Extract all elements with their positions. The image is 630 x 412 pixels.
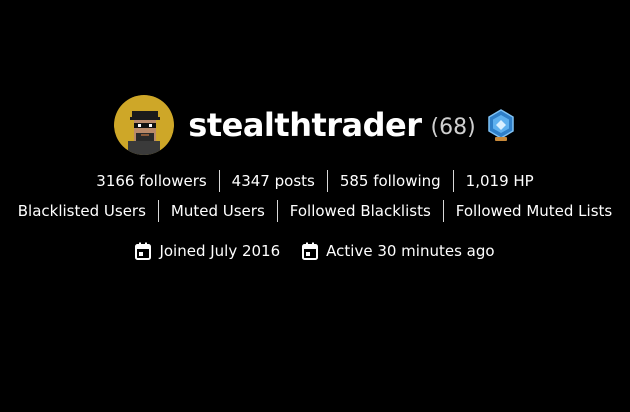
hive-power[interactable]: 1,019 HP: [454, 170, 546, 192]
avatar[interactable]: [114, 95, 175, 155]
stats-row: 3166 followers 4347 posts 585 following …: [0, 170, 630, 192]
calendar-icon: [302, 242, 319, 260]
blacklisted-users-link[interactable]: Blacklisted Users: [6, 200, 158, 222]
followed-muted-lists-link[interactable]: Followed Muted Lists: [444, 200, 624, 222]
followed-blacklists-link[interactable]: Followed Blacklists: [278, 200, 443, 222]
rank-badge-icon: [486, 108, 516, 142]
profile-header: stealthtrader (68) 3166 followers 4347 p…: [0, 0, 630, 412]
dates-row: Joined July 2016 Active 30 minutes ago: [0, 242, 630, 260]
joined-date: Joined July 2016: [135, 242, 280, 260]
lists-row: Blacklisted Users Muted Users Followed B…: [0, 200, 630, 222]
following-count[interactable]: 585 following: [328, 170, 453, 192]
followers-count[interactable]: 3166 followers: [84, 170, 218, 192]
muted-users-link[interactable]: Muted Users: [159, 200, 277, 222]
reputation-score: (68): [430, 114, 476, 140]
posts-count[interactable]: 4347 posts: [220, 170, 327, 192]
active-date: Active 30 minutes ago: [302, 242, 495, 260]
active-text: Active 30 minutes ago: [326, 242, 495, 260]
joined-text: Joined July 2016: [159, 242, 281, 260]
calendar-icon: [135, 242, 152, 260]
profile-title-row: stealthtrader (68): [0, 95, 630, 155]
username: stealthtrader: [188, 106, 422, 144]
